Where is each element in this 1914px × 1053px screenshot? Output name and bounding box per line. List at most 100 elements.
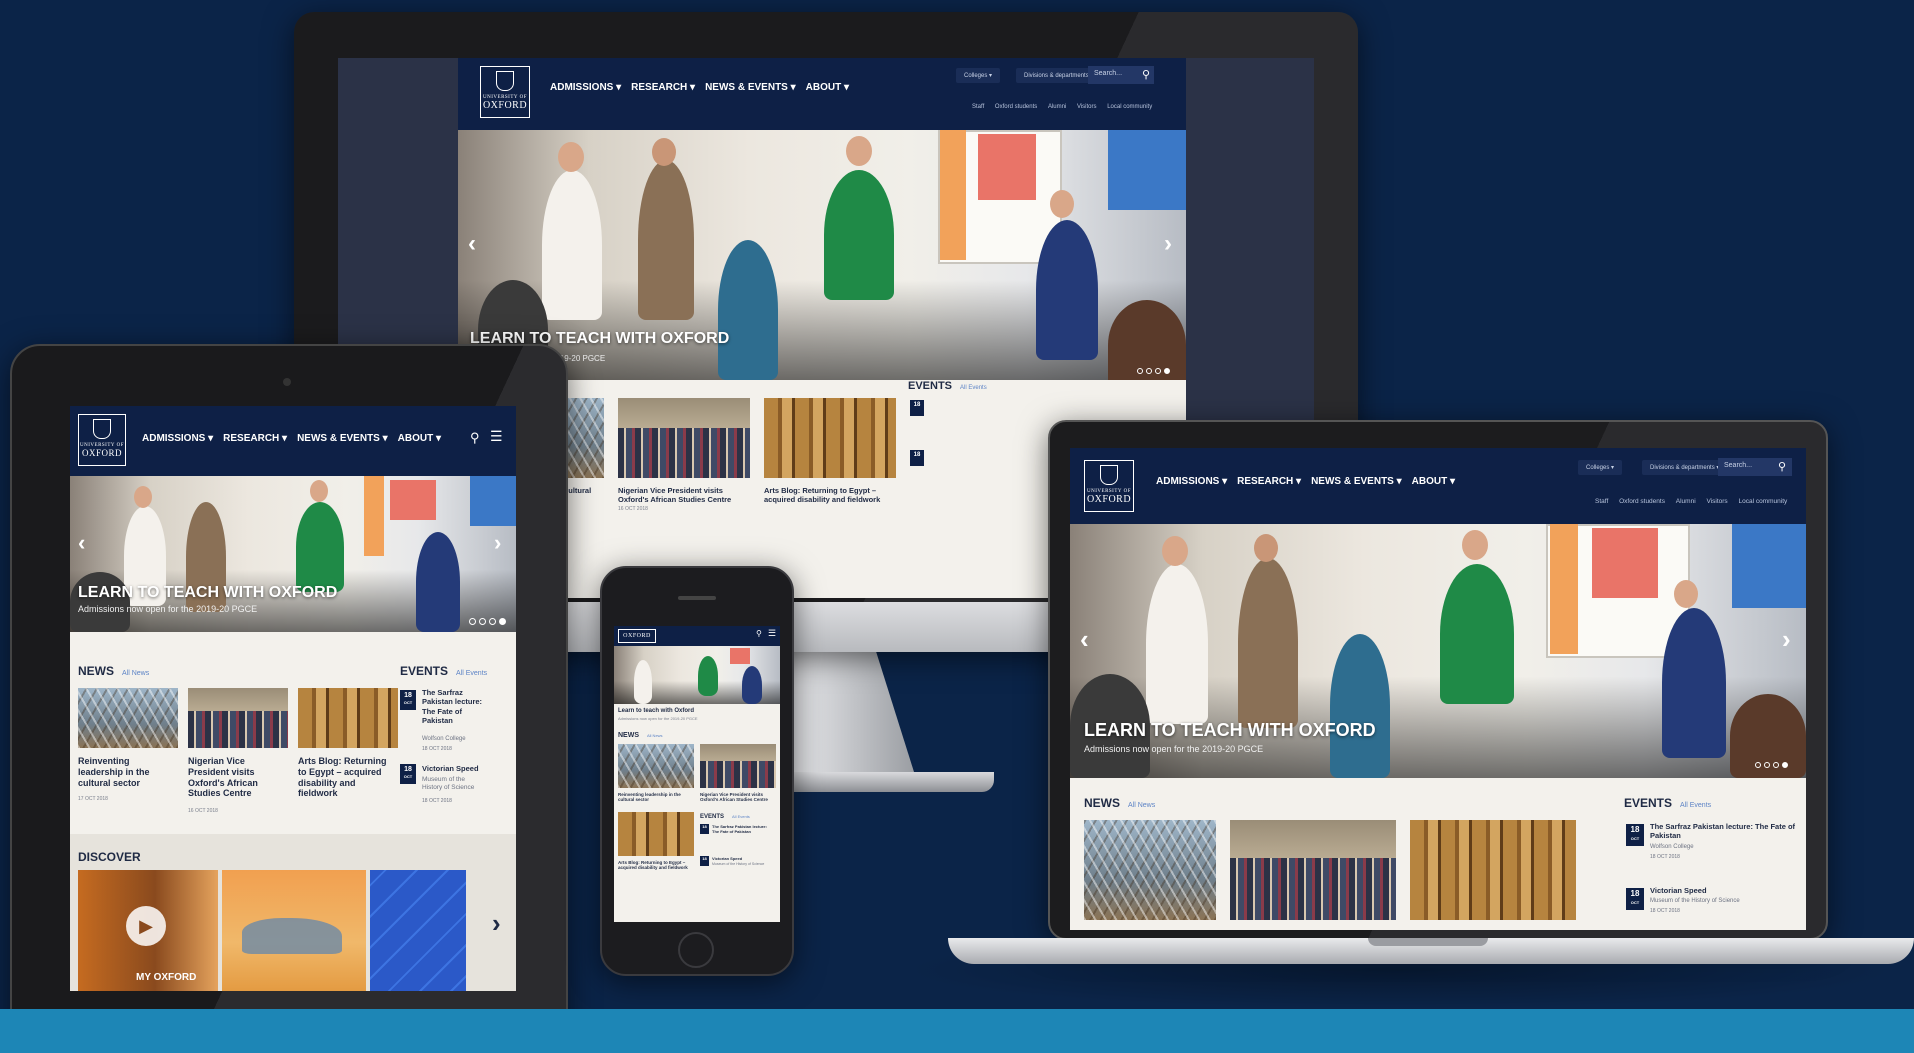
oxford-logo[interactable]: UNIVERSITY OF OXFORD <box>480 66 530 118</box>
all-events-link[interactable]: All Events <box>1680 802 1711 809</box>
carousel-dot[interactable] <box>1764 762 1770 768</box>
person <box>1036 220 1098 360</box>
oxford-logo[interactable]: UNIVERSITY OF OXFORD <box>1084 460 1134 512</box>
news-thumb-group[interactable] <box>188 688 288 748</box>
quick-link-students[interactable]: Oxford students <box>995 104 1037 110</box>
nav-about[interactable]: ABOUT ▾ <box>1412 476 1455 487</box>
nav-about[interactable]: ABOUT ▾ <box>398 433 441 444</box>
quick-link-community[interactable]: Local community <box>1738 498 1787 505</box>
news-title-2[interactable]: Nigerian Vice President visits Oxford's … <box>700 792 776 803</box>
hero-next-arrow[interactable]: › <box>494 530 501 556</box>
carousel-dot-active[interactable] <box>499 618 506 625</box>
search-icon[interactable]: ⚲ <box>470 430 480 446</box>
phone-hero <box>614 646 780 704</box>
news-thumb-arch[interactable] <box>618 744 694 788</box>
menu-icon[interactable]: ☰ <box>768 628 776 639</box>
news-title-3[interactable]: Arts Blog: Returning to Egypt – acquired… <box>298 756 394 799</box>
event-day: 18 <box>404 766 412 773</box>
quick-link-visitors[interactable]: Visitors <box>1077 104 1097 110</box>
news-thumb-arch[interactable] <box>1084 820 1216 920</box>
carousel-dot[interactable] <box>489 618 496 625</box>
event-title-1[interactable]: The Sarfraz Pakistan lecture: The Fate o… <box>422 688 484 726</box>
hero-next-arrow[interactable]: › <box>1164 230 1172 258</box>
news-title-2[interactable]: Nigerian Vice President visits Oxford's … <box>618 486 750 504</box>
news-thumb-egypt[interactable] <box>1410 820 1576 920</box>
discover-card-solar[interactable] <box>370 870 466 991</box>
search-icon[interactable]: ⚲ <box>1142 68 1150 81</box>
hero-next-arrow[interactable]: › <box>1782 624 1791 655</box>
quick-link-community[interactable]: Local community <box>1107 104 1152 110</box>
colleges-dropdown[interactable]: Colleges ▾ <box>956 68 1001 83</box>
all-events-link[interactable]: All Events <box>732 814 750 819</box>
carousel-dot[interactable] <box>1773 762 1779 768</box>
news-title-1[interactable]: Reinventing leadership in the cultural s… <box>618 792 694 803</box>
event-title-1[interactable]: The Sarfraz Pakistan lecture: The Fate o… <box>712 824 772 834</box>
event-title-2[interactable]: Victorian Speed <box>1650 886 1800 895</box>
news-thumb-egypt[interactable] <box>764 398 896 478</box>
quick-link-visitors[interactable]: Visitors <box>1706 498 1727 505</box>
hero-prev-arrow[interactable]: ‹ <box>78 530 85 556</box>
news-title-3[interactable]: Arts Blog: Returning to Egypt – acquired… <box>618 860 694 871</box>
news-thumb-egypt[interactable] <box>298 688 398 748</box>
elephant-icon <box>242 918 342 954</box>
carousel-dot-active[interactable] <box>1782 762 1788 768</box>
carousel-dot[interactable] <box>1155 368 1161 374</box>
quick-link-staff[interactable]: Staff <box>1595 498 1608 505</box>
event-day: 18 <box>1630 889 1640 898</box>
tablet-header: UNIVERSITY OF OXFORD ADMISSIONS ▾ RESEAR… <box>70 406 516 476</box>
head <box>1462 530 1488 560</box>
news-title-1[interactable]: Reinventing leadership in the cultural s… <box>78 756 174 788</box>
nav-admissions[interactable]: ADMISSIONS ▾ <box>1156 476 1227 487</box>
news-title-2[interactable]: Nigerian Vice President visits Oxford's … <box>188 756 284 799</box>
news-heading: NEWS All News <box>618 732 663 739</box>
quick-link-students[interactable]: Oxford students <box>1619 498 1665 505</box>
quick-link-alumni[interactable]: Alumni <box>1048 104 1066 110</box>
nav-admissions[interactable]: ADMISSIONS ▾ <box>142 433 213 444</box>
oxford-logo[interactable]: UNIVERSITY OF OXFORD <box>78 414 126 466</box>
nav-about[interactable]: ABOUT ▾ <box>806 82 849 93</box>
search-icon[interactable]: ⚲ <box>756 629 762 638</box>
discover-next-arrow[interactable]: › <box>492 908 501 939</box>
oxford-logo[interactable]: OXFORD <box>618 629 656 643</box>
phone-hero-subtitle: Admissions now open for the 2019-20 PGCE <box>618 716 698 721</box>
hero-prev-arrow[interactable]: ‹ <box>468 230 476 258</box>
flipchart-orange <box>364 476 384 556</box>
colleges-dropdown[interactable]: Colleges ▾ <box>1578 460 1623 475</box>
news-thumb-group[interactable] <box>700 744 776 788</box>
news-title-3[interactable]: Arts Blog: Returning to Egypt – acquired… <box>764 486 896 504</box>
carousel-dot[interactable] <box>1137 368 1143 374</box>
carousel-dot[interactable] <box>469 618 476 625</box>
all-news-link[interactable]: All News <box>647 733 663 738</box>
head <box>134 486 152 508</box>
quick-link-alumni[interactable]: Alumni <box>1676 498 1696 505</box>
all-news-link[interactable]: All News <box>1128 802 1155 809</box>
all-events-link[interactable]: All Events <box>960 385 987 391</box>
all-events-link[interactable]: All Events <box>456 670 487 677</box>
nav-research[interactable]: RESEARCH ▾ <box>631 82 695 93</box>
news-thumb-egypt[interactable] <box>618 812 694 856</box>
event-title-2[interactable]: Victorian Speed <box>422 764 484 773</box>
phone-home-button[interactable] <box>678 932 714 968</box>
news-thumb-group[interactable] <box>1230 820 1396 920</box>
carousel-dot[interactable] <box>1146 368 1152 374</box>
search-icon[interactable]: ⚲ <box>1778 460 1786 473</box>
nav-admissions[interactable]: ADMISSIONS ▾ <box>550 82 621 93</box>
menu-icon[interactable]: ☰ <box>490 428 503 445</box>
nav-research[interactable]: RESEARCH ▾ <box>1237 476 1301 487</box>
nav-news-events[interactable]: NEWS & EVENTS ▾ <box>297 433 388 444</box>
nav-news-events[interactable]: NEWS & EVENTS ▾ <box>705 82 796 93</box>
all-news-link[interactable]: All News <box>122 670 149 677</box>
play-icon[interactable]: ▶ <box>126 906 166 946</box>
news-thumb-group[interactable] <box>618 398 750 478</box>
event-title-1[interactable]: The Sarfraz Pakistan lecture: The Fate o… <box>1650 822 1800 841</box>
carousel-dot-active[interactable] <box>1164 368 1170 374</box>
nav-news-events[interactable]: NEWS & EVENTS ▾ <box>1311 476 1402 487</box>
hero-prev-arrow[interactable]: ‹ <box>1080 624 1089 655</box>
carousel-dot[interactable] <box>1755 762 1761 768</box>
news-thumb-arch[interactable] <box>78 688 178 748</box>
divisions-dropdown[interactable]: Divisions & departments ▾ <box>1642 460 1728 475</box>
carousel-dot[interactable] <box>479 618 486 625</box>
quick-link-staff[interactable]: Staff <box>972 104 984 110</box>
nav-research[interactable]: RESEARCH ▾ <box>223 433 287 444</box>
event-title-2[interactable]: Victorian Speed <box>712 856 772 861</box>
